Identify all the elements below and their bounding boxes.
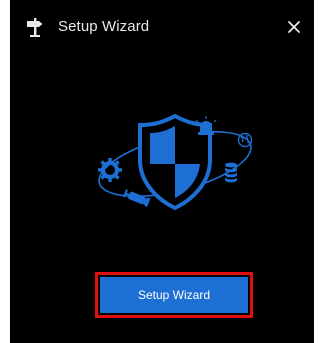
globe-icon <box>237 132 253 148</box>
camera-icon <box>123 189 151 208</box>
gear-icon <box>98 158 122 182</box>
dialog-titlebar: Setup Wizard <box>10 0 314 56</box>
close-icon[interactable] <box>282 15 306 39</box>
setup-wizard-dialog: Setup Wizard Setup Wizard <box>10 0 314 343</box>
signpost-icon <box>27 18 43 37</box>
dialog-title: Setup Wizard <box>58 18 150 35</box>
shield-icon <box>138 113 212 211</box>
security-illustration <box>98 113 253 211</box>
setup-wizard-button[interactable]: Setup Wizard <box>100 277 248 313</box>
